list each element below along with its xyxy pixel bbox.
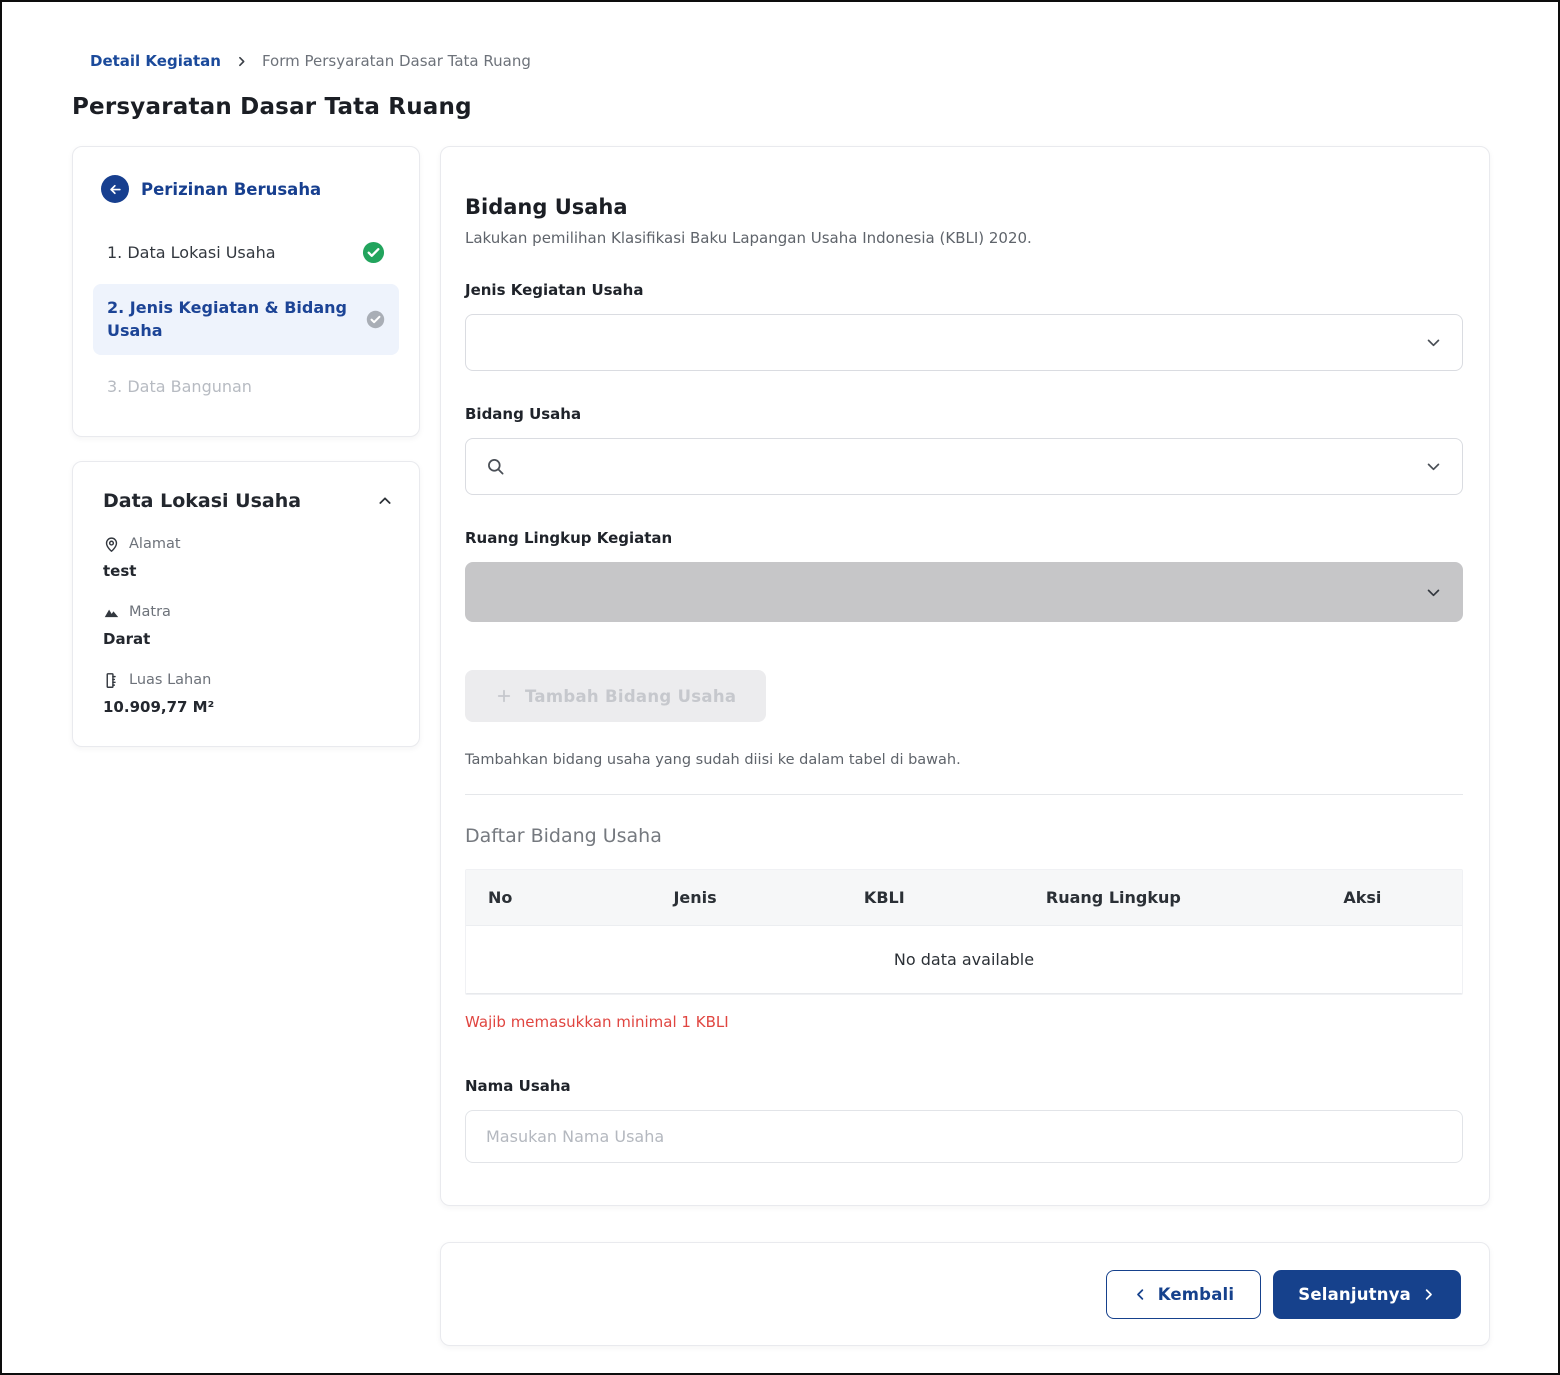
nama-usaha-input[interactable] (465, 1110, 1463, 1163)
arrow-left-icon (108, 182, 123, 197)
breadcrumb-link-detail-kegiatan[interactable]: Detail Kegiatan (90, 52, 221, 70)
kbli-validation-error: Wajib memasukkan minimal 1 KBLI (465, 1013, 1463, 1031)
stepper-title: Perizinan Berusaha (141, 180, 321, 199)
section-title: Bidang Usaha (465, 195, 1463, 219)
mountain-icon (103, 604, 120, 621)
left-column: Perizinan Berusaha 1. Data Lokasi Usaha … (72, 146, 420, 747)
chevron-down-icon (1425, 334, 1442, 351)
chevron-right-icon (1421, 1287, 1436, 1302)
location-card-header: Data Lokasi Usaha (103, 490, 393, 512)
steps-list: 1. Data Lokasi Usaha 2. Jenis Kegiatan &… (93, 229, 399, 410)
layout: Perizinan Berusaha 1. Data Lokasi Usaha … (72, 146, 1490, 1346)
footer-actions-card: Kembali Selanjutnya (440, 1242, 1490, 1346)
ruang-lingkup-kegiatan-group: Ruang Lingkup Kegiatan (465, 529, 1463, 622)
table-header-no: No (466, 870, 586, 925)
bidang-usaha-label: Bidang Usaha (465, 405, 1463, 423)
location-card: Data Lokasi Usaha Alamat test Matr (72, 461, 420, 747)
back-arrow-button[interactable] (101, 175, 129, 203)
section-subtitle: Lakukan pemilihan Klasifikasi Baku Lapan… (465, 229, 1463, 247)
page-title: Persyaratan Dasar Tata Ruang (72, 94, 1490, 120)
nama-usaha-group: Nama Usaha (465, 1077, 1463, 1163)
step-jenis-kegiatan-bidang-usaha[interactable]: 2. Jenis Kegiatan & Bidang Usaha (93, 284, 399, 354)
table-empty-state: No data available (466, 926, 1462, 994)
kembali-button[interactable]: Kembali (1106, 1270, 1262, 1319)
breadcrumb: Detail Kegiatan Form Persyaratan Dasar T… (72, 52, 1490, 70)
table-header-jenis: Jenis (586, 870, 805, 925)
table-header-kbli: KBLI (805, 870, 964, 925)
tambah-bidang-usaha-button[interactable]: Tambah Bidang Usaha (465, 670, 766, 722)
location-field-value: Darat (103, 630, 393, 648)
chevron-left-icon (1133, 1287, 1148, 1302)
location-field-value: test (103, 562, 393, 580)
table-header-aksi: Aksi (1263, 870, 1462, 925)
right-column: Bidang Usaha Lakukan pemilihan Klasifika… (440, 146, 1490, 1346)
search-icon (486, 457, 505, 476)
bidang-usaha-form-card: Bidang Usaha Lakukan pemilihan Klasifika… (440, 146, 1490, 1206)
jenis-kegiatan-usaha-select[interactable] (465, 314, 1463, 371)
bidang-usaha-select[interactable] (465, 438, 1463, 495)
stepper-header: Perizinan Berusaha (93, 175, 399, 203)
location-field-alamat: Alamat test (103, 536, 393, 580)
check-circle-gray-icon (366, 310, 385, 329)
nama-usaha-label: Nama Usaha (465, 1077, 1463, 1095)
daftar-bidang-usaha-title: Daftar Bidang Usaha (465, 825, 1463, 847)
ruang-lingkup-kegiatan-label: Ruang Lingkup Kegiatan (465, 529, 1463, 547)
chevron-up-icon[interactable] (377, 493, 393, 509)
chevron-down-icon (1425, 458, 1442, 475)
divider (465, 794, 1463, 795)
location-field-luas-lahan: Luas Lahan 10.909,77 M² (103, 672, 393, 716)
stepper-card: Perizinan Berusaha 1. Data Lokasi Usaha … (72, 146, 420, 437)
bidang-usaha-table: No Jenis KBLI Ruang Lingkup Aksi No data… (465, 869, 1463, 995)
table-header-ruang-lingkup: Ruang Lingkup (964, 870, 1263, 925)
step-label: 3. Data Bangunan (107, 375, 252, 398)
bidang-usaha-group: Bidang Usaha (465, 405, 1463, 495)
help-text: Tambahkan bidang usaha yang sudah diisi … (465, 752, 1463, 768)
plus-icon (495, 687, 513, 705)
step-data-bangunan: 3. Data Bangunan (93, 363, 399, 410)
tambah-bidang-usaha-label: Tambah Bidang Usaha (525, 687, 736, 706)
location-field-label: Matra (129, 604, 171, 620)
check-circle-green-icon (362, 241, 385, 264)
chevron-right-icon (235, 55, 248, 68)
location-card-title: Data Lokasi Usaha (103, 490, 301, 512)
breadcrumb-current: Form Persyaratan Dasar Tata Ruang (262, 52, 531, 70)
page: Detail Kegiatan Form Persyaratan Dasar T… (2, 2, 1558, 1346)
step-label: 1. Data Lokasi Usaha (107, 241, 276, 264)
map-pin-icon (103, 536, 120, 553)
table-header-row: No Jenis KBLI Ruang Lingkup Aksi (466, 870, 1462, 926)
selanjutnya-button[interactable]: Selanjutnya (1273, 1270, 1461, 1319)
location-field-matra: Matra Darat (103, 604, 393, 648)
chevron-down-icon (1425, 584, 1442, 601)
selanjutnya-label: Selanjutnya (1298, 1285, 1411, 1304)
ruang-lingkup-kegiatan-select (465, 562, 1463, 622)
jenis-kegiatan-usaha-label: Jenis Kegiatan Usaha (465, 281, 1463, 299)
jenis-kegiatan-usaha-group: Jenis Kegiatan Usaha (465, 281, 1463, 371)
step-data-lokasi-usaha[interactable]: 1. Data Lokasi Usaha (93, 229, 399, 276)
ruler-icon (103, 672, 120, 689)
location-field-label: Luas Lahan (129, 672, 211, 688)
step-label: 2. Jenis Kegiatan & Bidang Usaha (107, 296, 356, 342)
kembali-label: Kembali (1158, 1285, 1235, 1304)
location-field-label: Alamat (129, 536, 181, 552)
location-field-value: 10.909,77 M² (103, 698, 393, 716)
